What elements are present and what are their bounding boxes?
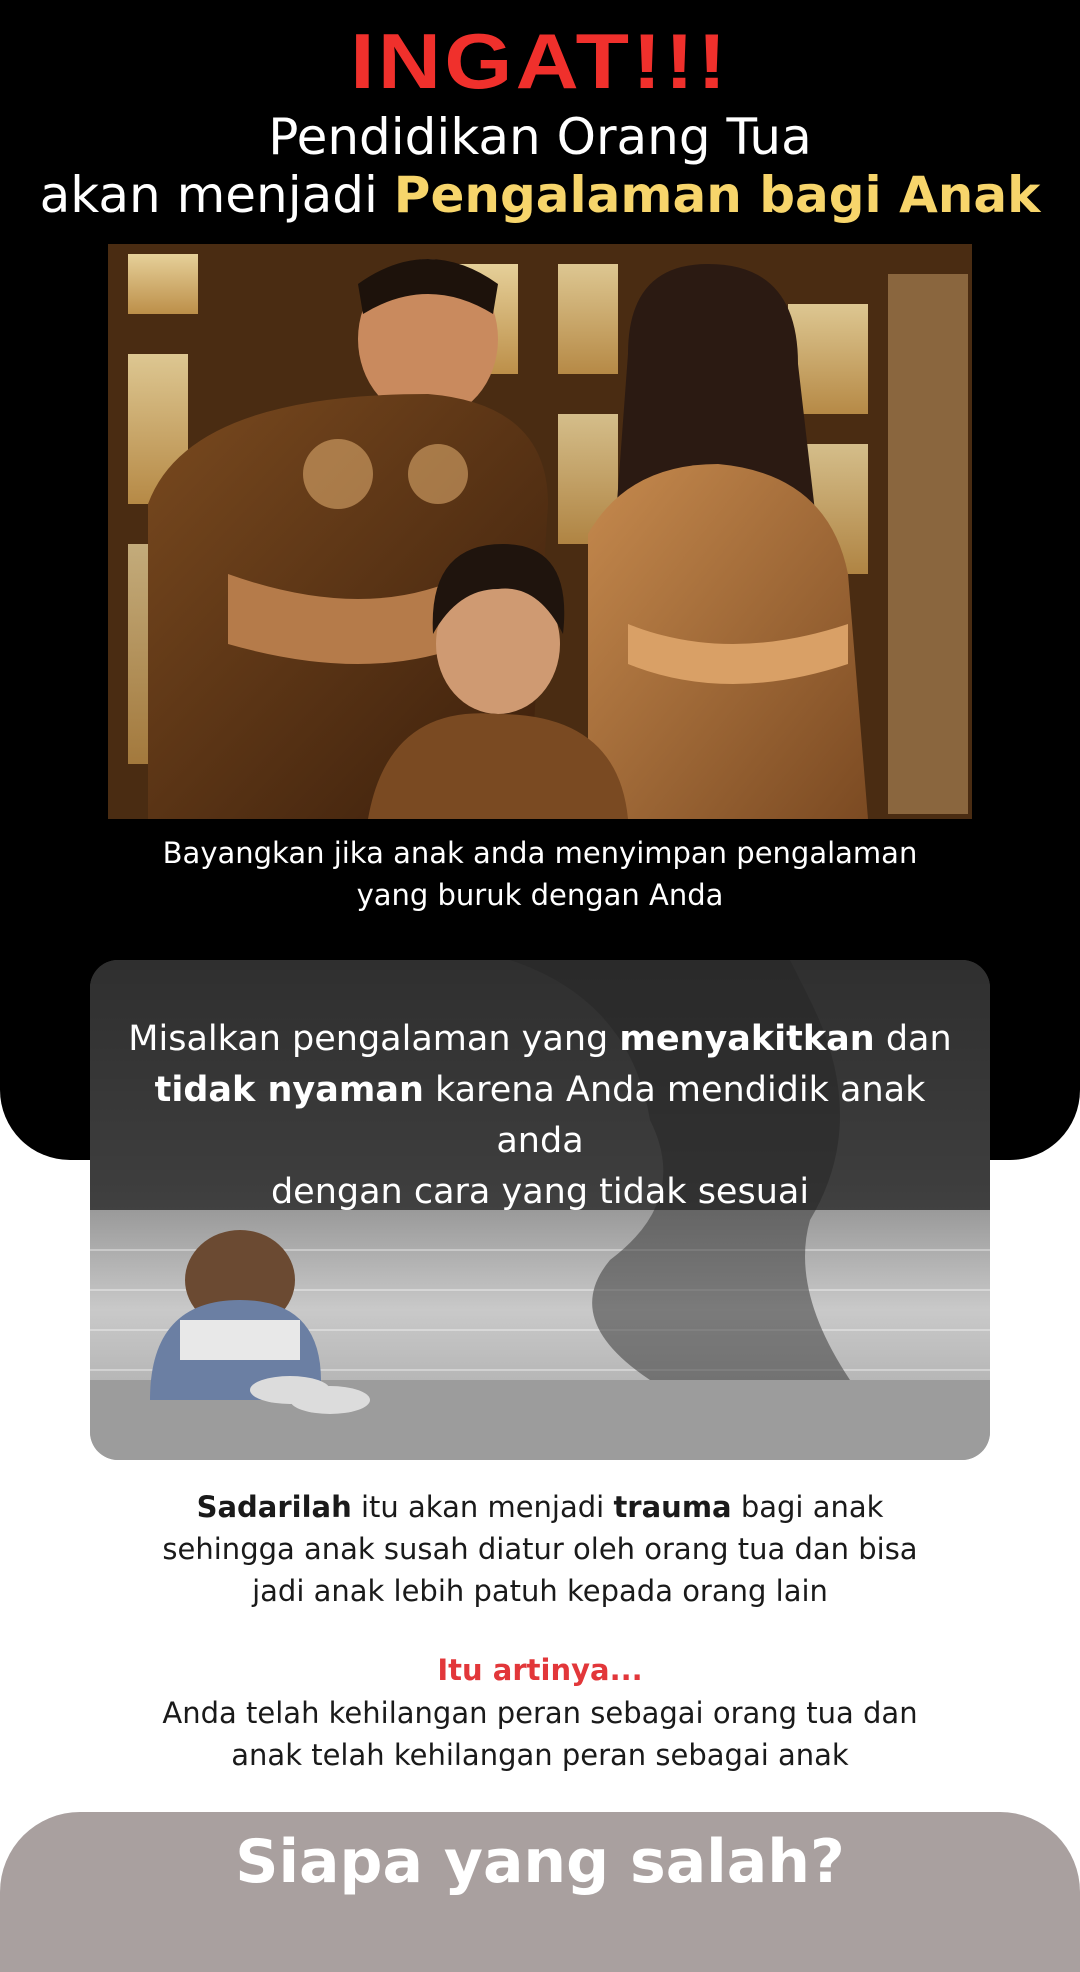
ingat-title: INGAT!!!	[350, 17, 730, 105]
headline-line2-prefix: akan menjadi	[39, 166, 394, 224]
para1-text-2: bagi anak	[731, 1490, 884, 1524]
caption-line2: yang buruk dengan Anda	[356, 878, 724, 912]
card-overlay-text: Misalkan pengalaman yang menyakitkan dan…	[110, 1014, 970, 1218]
para1-line2: sehingga anak susah diatur oleh orang tu…	[162, 1532, 918, 1566]
family-caption: Bayangkan jika anak anda menyimpan penga…	[0, 832, 1080, 916]
card-line3: dengan cara yang tidak sesuai	[270, 1172, 810, 1212]
para1-line1: Sadarilah itu akan menjadi trauma bagi a…	[0, 1486, 1080, 1528]
card-bold-2: tidak nyaman	[154, 1070, 424, 1110]
family-photo	[108, 244, 972, 819]
para1-bold-2: trauma	[613, 1490, 732, 1524]
para2-line2: anak telah kehilangan peran sebagai anak	[231, 1738, 849, 1772]
card-line2: tidak nyaman karena Anda mendidik anak a…	[110, 1065, 970, 1167]
card-text-2: dan	[874, 1019, 952, 1059]
headline-line1: Pendidikan Orang Tua	[268, 108, 812, 166]
para2-line1: Anda telah kehilangan peran sebagai oran…	[162, 1696, 918, 1730]
artinya-heading: Itu artinya...	[437, 1653, 643, 1687]
caption-line1: Bayangkan jika anak anda menyimpan penga…	[162, 836, 918, 870]
sad-child-card: Misalkan pengalaman yang menyakitkan dan…	[90, 960, 990, 1460]
headline: Pendidikan Orang Tua akan menjadi Pengal…	[0, 108, 1080, 224]
card-line1: Misalkan pengalaman yang menyakitkan dan	[110, 1014, 970, 1065]
card-text-1: Misalkan pengalaman yang	[128, 1019, 620, 1059]
headline-line2: akan menjadi Pengalaman bagi Anak	[0, 166, 1080, 224]
trauma-paragraph: Sadarilah itu akan menjadi trauma bagi a…	[0, 1486, 1080, 1612]
family-photo-illustration	[108, 244, 972, 819]
siapa-yang-salah-heading: Siapa yang salah?	[235, 1827, 845, 1897]
para1-bold-1: Sadarilah	[196, 1490, 352, 1524]
para1-line3: jadi anak lebih patuh kepada orang lain	[252, 1574, 828, 1608]
role-paragraph: Anda telah kehilangan peran sebagai oran…	[0, 1692, 1080, 1776]
para1-text-1: itu akan menjadi	[351, 1490, 614, 1524]
card-bold-1: menyakitkan	[619, 1019, 875, 1059]
card-text-3: karena Anda mendidik anak anda	[423, 1070, 926, 1161]
headline-highlight: Pengalaman bagi Anak	[393, 166, 1041, 224]
